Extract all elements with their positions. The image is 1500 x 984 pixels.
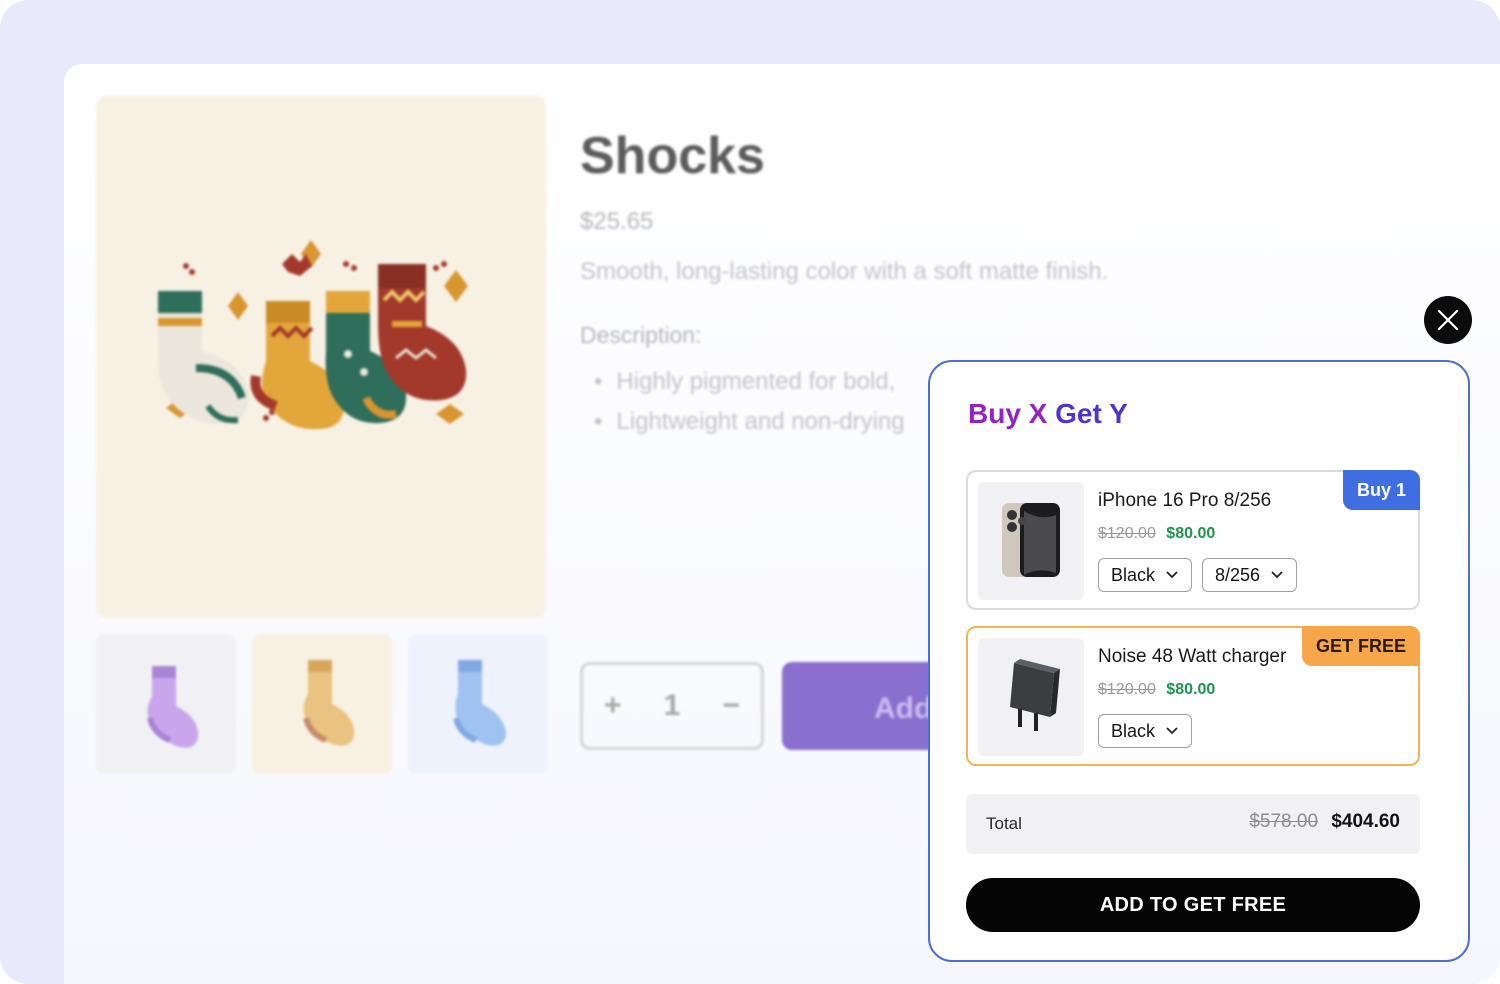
sale-price: $80.00 [1166,681,1216,698]
buy-x-get-y-modal: Buy X Get Y iPhone 16 Pro 8/256 $120.00 … [928,360,1470,962]
description-item: Highly pigmented for bold, [594,368,905,408]
sale-price: $80.00 [1166,525,1216,542]
close-button[interactable] [1424,296,1472,344]
product-subtitle: Smooth, long-lasting color with a soft m… [580,258,1109,285]
charger-icon [1010,659,1060,731]
thumbnail-mustard[interactable] [252,634,392,774]
variant-selects: Black [1098,714,1193,748]
offer-prices: $120.00 $80.00 [1098,681,1215,699]
offer-product-name: iPhone 16 Pro 8/256 [1098,490,1272,511]
modal-title-part1: Buy X [968,398,1056,429]
total-label: Total [986,814,1022,833]
app-frame: Shocks $25.65 Smooth, long-lasting color… [0,0,1500,984]
color-select[interactable]: Black [1098,558,1193,592]
quantity-value: 1 [663,689,681,722]
chevron-down-icon [1166,727,1178,735]
sock-thumbnail-icon [303,660,355,746]
offer-card-free: Noise 48 Watt charger $120.00 $80.00 Bla… [966,626,1420,766]
chevron-down-icon [1166,571,1178,579]
description-item: Lightweight and non-drying [594,408,904,448]
color-select-value: Black [1111,720,1156,741]
offer-product-name: Noise 48 Watt charger [1098,646,1287,667]
color-select[interactable]: Black [1098,714,1193,748]
storage-select-value: 8/256 [1215,564,1261,585]
socks-illustration [158,240,468,430]
offer-card-buy: iPhone 16 Pro 8/256 $120.00 $80.00 Black… [966,470,1420,610]
product-title: Shocks [580,127,765,185]
original-price: $120.00 [1098,681,1156,698]
sock-thumbnail-icon [453,660,506,746]
modal-title: Buy X Get Y [968,398,1128,430]
close-icon [1437,309,1459,331]
total-original-price: $578.00 [1249,811,1319,832]
buy-badge: Buy 1 [1342,470,1420,510]
sock-thumbnail-icon [147,666,199,748]
product-price: $25.65 [580,208,654,235]
thumbnail-purple[interactable] [96,634,236,774]
product-main-image [96,96,546,618]
total-prices: $578.00 $404.60 [1249,811,1400,833]
original-price: $120.00 [1098,525,1156,542]
product-thumbnail [978,482,1084,600]
get-free-badge: GET FREE [1301,626,1420,666]
total-discounted-price: $404.60 [1331,811,1400,832]
variant-selects: Black 8/256 [1098,558,1298,592]
plus-icon[interactable]: + [604,689,622,723]
description-heading: Description: [580,322,702,348]
quantity-stepper[interactable]: + 1 − [580,662,764,750]
modal-title-part2: Get Y [1055,398,1128,429]
color-select-value: Black [1111,564,1156,585]
total-summary: Total $578.00 $404.60 [966,794,1420,854]
thumbnail-blue[interactable] [408,634,548,774]
storage-select[interactable]: 8/256 [1202,558,1298,592]
description-list: Highly pigmented for bold, Lightweight a… [594,368,905,448]
offer-prices: $120.00 $80.00 [1098,525,1215,543]
minus-icon[interactable]: − [722,689,740,723]
phone-icon [1002,503,1060,577]
add-to-get-free-button[interactable]: ADD TO GET FREE [966,878,1420,932]
chevron-down-icon [1271,571,1283,579]
product-thumbnail [978,638,1084,756]
